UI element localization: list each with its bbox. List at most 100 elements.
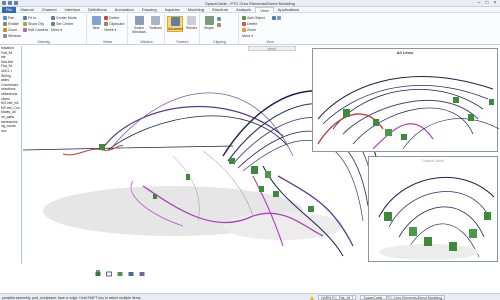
3d-viewport[interactable]: view1 All Lines SpaceCable — [23, 46, 500, 264]
close-button[interactable]: × — [491, 0, 499, 6]
shaded-cube-icon — [95, 270, 101, 276]
view-delete-button[interactable]: Delete — [242, 22, 257, 26]
tab-channel[interactable]: Channel — [38, 7, 61, 13]
center-icon — [51, 16, 55, 20]
connector[interactable] — [265, 171, 271, 178]
window-label: Window — [8, 34, 21, 38]
more-viewing-label: More — [51, 28, 60, 32]
toolbars-button[interactable]: Toolbars — [148, 16, 163, 30]
tab-drawing[interactable]: Drawing — [138, 7, 161, 13]
connector[interactable] — [259, 186, 264, 192]
center-mode-button[interactable]: Center Mode — [51, 16, 77, 20]
cable-line — [342, 99, 479, 135]
add-object-button[interactable]: Add Object — [242, 16, 265, 20]
tab-structure[interactable]: Structure — [208, 7, 232, 13]
connector — [373, 119, 379, 126]
fit-button[interactable]: Fit to... — [23, 16, 39, 20]
current-part-field[interactable]: HARN-FC_Flat_94 T — [318, 295, 357, 300]
view-option-1[interactable] — [272, 16, 281, 20]
zoom-button[interactable]: Zoom — [3, 28, 17, 32]
show-obj-button[interactable]: Show Obj — [23, 22, 44, 26]
tab-view[interactable]: View — [255, 6, 274, 13]
tab-annotation[interactable]: Annotation — [111, 7, 138, 13]
pan-button[interactable]: Pan — [3, 16, 14, 20]
delete-icon — [104, 16, 108, 20]
tab-modeling[interactable]: Modeling — [184, 7, 208, 13]
clip-option-1[interactable] — [217, 17, 221, 21]
connector — [489, 99, 494, 105]
switch-windows-icon — [134, 16, 144, 25]
warning-icon[interactable] — [310, 295, 314, 300]
render-label: Render — [185, 26, 198, 30]
tab-interface[interactable]: Interface — [60, 7, 84, 13]
tab-inquiries[interactable]: Inquiries — [161, 7, 184, 13]
connector[interactable] — [153, 194, 157, 199]
rotate-icon — [3, 22, 7, 26]
inset-spacecable[interactable]: SpaceCable — [368, 156, 498, 262]
rotate-button[interactable]: Rotate — [3, 22, 19, 26]
connector — [384, 212, 392, 221]
view-mode-1-button[interactable] — [95, 270, 101, 277]
save-icon[interactable] — [2, 1, 6, 5]
more-viewing-button[interactable]: More ▾ — [51, 28, 62, 32]
clipboard-button[interactable]: Clipboard — [104, 22, 124, 26]
status-right: HARN-FC_Flat_94 T SpaceCable - PTC Creo … — [310, 295, 446, 300]
connector — [468, 114, 474, 121]
view-mode-2-button[interactable] — [106, 270, 112, 277]
edit-camera-button[interactable]: Edit Camera — [23, 28, 48, 32]
new-view-button[interactable]: New — [89, 16, 103, 30]
feature-group-label: Feature — [176, 40, 189, 44]
undo-icon[interactable] — [8, 1, 12, 5]
connector[interactable] — [273, 191, 279, 197]
browser-item[interactable]: nce — [0, 129, 21, 134]
mode-field: SpaceCable - PTC Creo Elements/Direct Mo… — [360, 295, 446, 300]
advanced-button[interactable]: Advanced — [167, 16, 183, 32]
view-more-button[interactable]: More ▾ — [242, 34, 253, 38]
ground-shadow — [223, 212, 343, 240]
view-group-label: View — [266, 40, 274, 44]
tab-file[interactable]: File — [2, 6, 17, 13]
minimize-button[interactable]: – — [475, 0, 483, 6]
delete-view-button[interactable]: Delete — [104, 16, 119, 20]
connector[interactable] — [186, 174, 190, 180]
set-center-button[interactable]: Set Center — [51, 22, 73, 26]
maximize-button[interactable]: □ — [483, 0, 491, 6]
connector[interactable] — [308, 206, 314, 212]
add-object-icon — [242, 16, 246, 20]
tab-applications[interactable]: Applications — [274, 7, 304, 13]
connector — [401, 134, 407, 140]
view-delete-label: Delete — [247, 22, 258, 26]
clip-option-2[interactable] — [217, 23, 221, 27]
connector[interactable] — [251, 166, 258, 174]
connector[interactable] — [229, 158, 235, 164]
window-zoom-button[interactable]: Window — [3, 34, 21, 38]
viewing-group-label: Viewing — [37, 40, 50, 44]
tab-analysis[interactable]: Analysis — [232, 7, 255, 13]
switch-windows-button[interactable]: Switch Windows — [131, 16, 147, 34]
cable-line — [378, 176, 495, 218]
switch-windows-label: Switch Windows — [132, 26, 146, 34]
hidden-line-icon — [117, 272, 123, 276]
status-message: pecialist assembly, part, workplane, fac… — [2, 295, 142, 300]
quick-access-toolbar[interactable] — [2, 1, 18, 5]
view-option-icon — [277, 16, 281, 20]
shape-button[interactable]: Shape — [203, 16, 215, 30]
view-mode-3-button[interactable] — [117, 270, 123, 277]
render-button[interactable]: Render — [184, 16, 199, 30]
views-dropdown[interactable]: Views ▾ — [104, 28, 116, 32]
view-zoom-button[interactable]: Zoom — [242, 28, 256, 32]
tab-definitions[interactable]: Definitions — [84, 7, 111, 13]
ground-shadow — [379, 244, 479, 260]
view-mode-4-button[interactable] — [128, 270, 134, 277]
redo-icon[interactable] — [14, 1, 18, 5]
inset-all-lines[interactable]: All Lines — [312, 48, 499, 152]
window-title: SpaceCable - PTC Creo Elements/Direct Mo… — [205, 1, 295, 6]
pan-icon — [3, 16, 7, 20]
zoom-icon — [3, 28, 7, 32]
set-center-icon — [51, 22, 55, 26]
view-mode-5-button[interactable] — [139, 270, 145, 277]
structure-browser[interactable]: rkstation Flat_94 ble Non-flat Flat_94 a… — [0, 46, 22, 264]
tab-manual[interactable]: Manual — [16, 7, 37, 13]
connector[interactable] — [99, 144, 105, 150]
cable-line — [62, 145, 124, 156]
